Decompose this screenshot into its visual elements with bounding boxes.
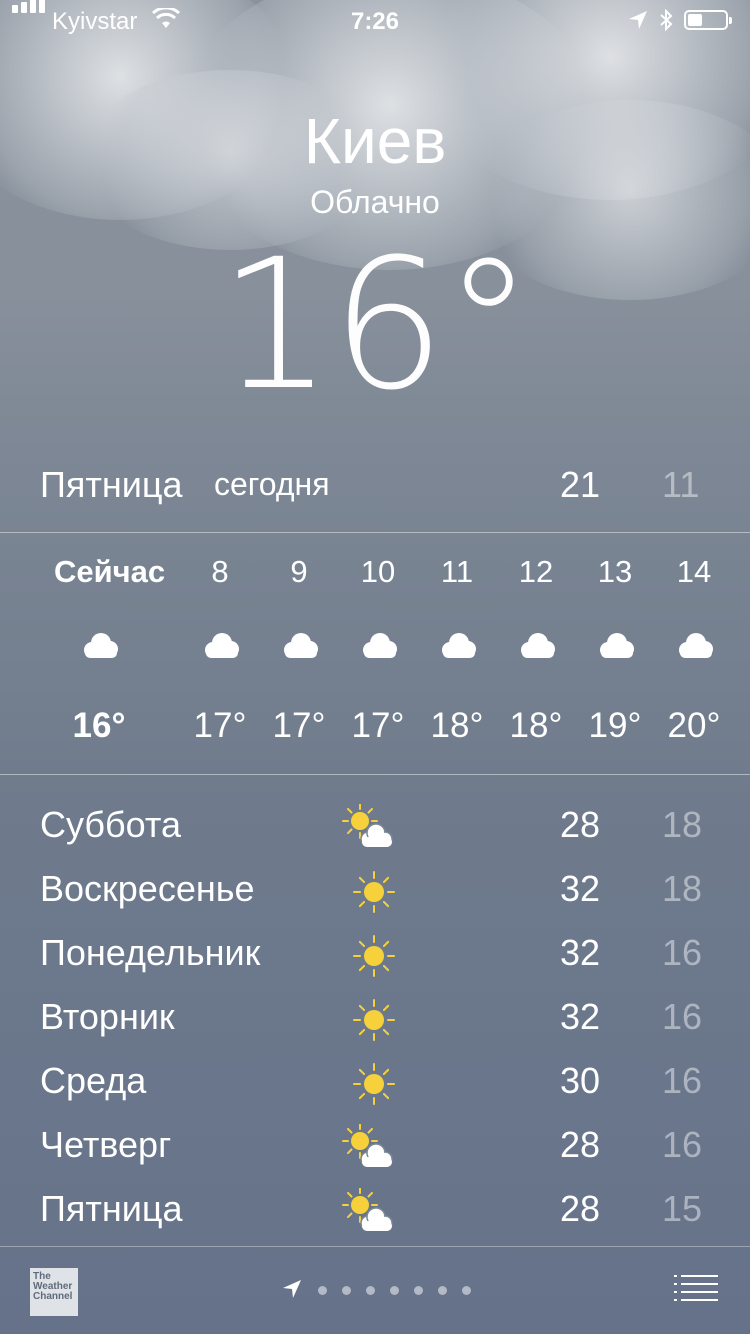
daily-day: Суббота [40, 804, 181, 845]
hourly-temp: 17° [272, 706, 326, 745]
hourly-item: 14 20° [649, 534, 739, 774]
page-dot[interactable] [462, 1286, 471, 1295]
page-dot[interactable] [390, 1286, 399, 1295]
hourly-item: 8 17° [175, 534, 265, 774]
sun-icon [342, 932, 398, 980]
daily-high: 32 [560, 996, 601, 1037]
city-list-icon[interactable] [674, 1273, 718, 1305]
today-high: 21 [560, 464, 601, 505]
daily-low: 18 [662, 804, 703, 845]
hourly-temp: 17° [351, 706, 405, 745]
today-summary: Пятница сегодня 21 11 [0, 462, 750, 510]
daily-row: Суббота 28 18 [0, 800, 750, 864]
daily-day: Воскресенье [40, 868, 255, 909]
location-arrow-icon [283, 1280, 301, 1298]
partly-sunny-icon [342, 1123, 398, 1172]
cloud-icon [437, 630, 479, 660]
daily-row: Воскресенье 32 18 [0, 864, 750, 928]
status-bar: Kyivstar 7:26 [0, 0, 750, 40]
hourly-temp: 19° [588, 706, 642, 745]
daily-low: 16 [662, 1060, 703, 1101]
hourly-temp: 17° [193, 706, 247, 745]
hourly-temp: 2 [728, 706, 750, 746]
daily-low: 16 [662, 1124, 703, 1165]
daily-high: 28 [560, 804, 601, 845]
daily-day: Четверг [40, 1124, 172, 1165]
daily-row: Четверг 28 16 [0, 1120, 750, 1184]
hourly-temp: 18° [509, 706, 563, 745]
hourly-time: 15 [728, 554, 750, 590]
cloud-icon [79, 630, 121, 660]
daily-low: 16 [662, 996, 703, 1037]
cloud-icon [516, 630, 558, 660]
daily-row: Вторник 32 16 [0, 992, 750, 1056]
hourly-time: 13 [597, 554, 633, 589]
hourly-time: 14 [676, 554, 712, 589]
hourly-item: Сейчас 16° [54, 534, 166, 774]
hourly-temp: 18° [430, 706, 484, 745]
weather-channel-logo[interactable]: The Weather Channel [30, 1268, 78, 1316]
bluetooth-icon [660, 8, 673, 32]
today-day: Пятница [40, 464, 183, 505]
daily-low: 18 [662, 868, 703, 909]
hourly-item: 9 17° [254, 534, 344, 774]
weather-condition: Облачно [310, 184, 440, 220]
hourly-time: 12 [518, 554, 554, 589]
page-dot[interactable] [318, 1286, 327, 1295]
current-temperature: 16° [218, 221, 533, 430]
hourly-item: 13 19° [570, 534, 660, 774]
cloud-icon [674, 630, 716, 660]
daily-high: 32 [560, 868, 601, 909]
daily-day: Среда [40, 1060, 147, 1101]
daily-row: Среда 30 16 [0, 1056, 750, 1120]
daily-day: Пятница [40, 1188, 183, 1229]
hourly-time: Сейчас [54, 554, 166, 589]
partly-sunny-icon [342, 1187, 398, 1236]
hourly-item: 10 17° [333, 534, 423, 774]
page-dot[interactable] [366, 1286, 375, 1295]
page-dot[interactable] [414, 1286, 423, 1295]
daily-day: Понедельник [40, 932, 261, 973]
today-label: сегодня [214, 466, 330, 502]
daily-high: 32 [560, 932, 601, 973]
hourly-time: 9 [290, 554, 308, 589]
sun-icon [342, 868, 398, 916]
divider [0, 532, 750, 533]
cloud-icon [279, 630, 321, 660]
hourly-time: 8 [211, 554, 229, 589]
page-dot[interactable] [438, 1286, 447, 1295]
daily-high: 28 [560, 1124, 601, 1165]
hourly-time: 10 [360, 554, 396, 589]
cloud-icon [200, 630, 242, 660]
battery-icon [684, 10, 732, 30]
daily-day: Вторник [40, 996, 175, 1037]
hourly-temp: 20° [667, 706, 721, 745]
hourly-temp: 16° [72, 706, 126, 745]
hourly-time: 11 [440, 554, 474, 589]
daily-high: 30 [560, 1060, 601, 1101]
daily-low: 15 [662, 1188, 703, 1229]
today-low: 11 [662, 464, 700, 505]
hourly-item: 11 18° [412, 534, 502, 774]
sun-icon [342, 996, 398, 1044]
page-dot[interactable] [342, 1286, 351, 1295]
cloud-icon [358, 630, 400, 660]
cloud-icon [595, 630, 637, 660]
location-arrow-icon [629, 11, 647, 29]
hourly-item: 15 2 [728, 534, 750, 774]
hourly-forecast[interactable]: Сейчас 16° 8 17° 9 17° 10 17° 11 18° 12 18° 13 19° 14 2… [0, 534, 750, 774]
daily-row: Понедельник 32 16 [0, 928, 750, 992]
city-name: Киев [303, 105, 447, 177]
bottom-bar: The Weather Channel [0, 1247, 750, 1334]
partly-sunny-icon [342, 803, 398, 852]
divider [0, 774, 750, 775]
daily-row: Пятница 28 15 [0, 1184, 750, 1248]
sun-icon [342, 1060, 398, 1108]
hourly-item: 12 18° [491, 534, 581, 774]
daily-low: 16 [662, 932, 703, 973]
daily-high: 28 [560, 1188, 601, 1229]
